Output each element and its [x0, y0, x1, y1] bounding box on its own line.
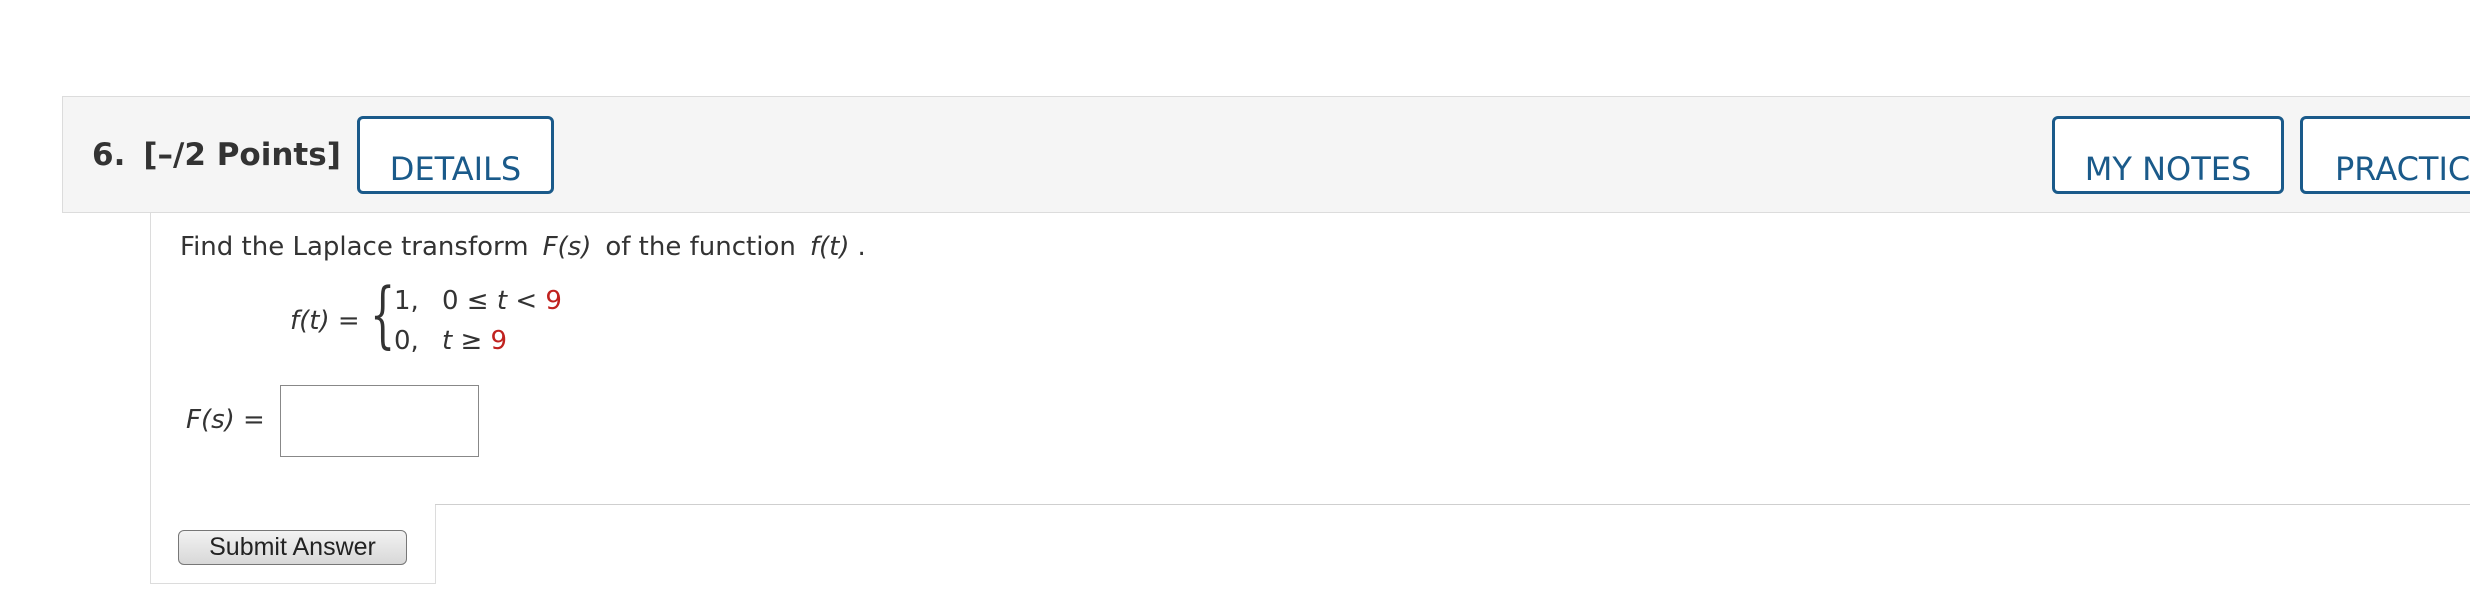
prompt-text: Find the Laplace transform — [180, 232, 529, 262]
piecewise-row: 1, 0 ≤ t < 9 — [394, 286, 562, 316]
details-button[interactable]: DETAILS — [357, 116, 554, 194]
piecewise-op: ≥ — [452, 326, 491, 356]
practice-button[interactable]: PRACTICE — [2300, 116, 2470, 194]
answer-label: F(s) = — [186, 405, 265, 435]
my-notes-button[interactable]: MY NOTES — [2052, 116, 2284, 194]
question-body-border — [150, 583, 436, 584]
left-brace-icon: { — [370, 272, 396, 356]
piecewise-row: 0, t ≥ 9 — [394, 326, 507, 356]
piecewise-var: t — [442, 326, 453, 356]
piecewise-lhs: f(t) = — [290, 306, 360, 336]
prompt-math-F: F(s) — [542, 232, 592, 262]
submit-answer-button[interactable]: Submit Answer — [178, 530, 407, 565]
question-title: 6. [–/2 Points] — [92, 137, 341, 173]
piecewise-op: < — [507, 286, 546, 316]
piecewise-bound: 9 — [545, 286, 562, 316]
question-body-border — [435, 504, 436, 584]
piecewise-value: 1, — [394, 286, 419, 316]
answer-input[interactable] — [280, 385, 479, 457]
piecewise-value: 0, — [394, 326, 419, 356]
piecewise-cond: 0 ≤ — [442, 286, 497, 316]
divider — [435, 504, 2470, 505]
question-number: 6. — [92, 137, 126, 173]
prompt-text: . — [857, 232, 866, 262]
question-points: [–/2 Points] — [143, 137, 341, 173]
prompt-math-f: f(t) — [809, 232, 850, 262]
question-body-border — [150, 213, 151, 584]
prompt-text: of the function — [605, 232, 796, 262]
piecewise-bound: 9 — [490, 326, 508, 356]
question-prompt: Find the Laplace transform F(s) of the fun… — [180, 232, 866, 262]
page: 6. [–/2 Points] DETAILS MY NOTES PRACTICE… — [0, 0, 2470, 600]
piecewise-var: t — [496, 286, 508, 316]
